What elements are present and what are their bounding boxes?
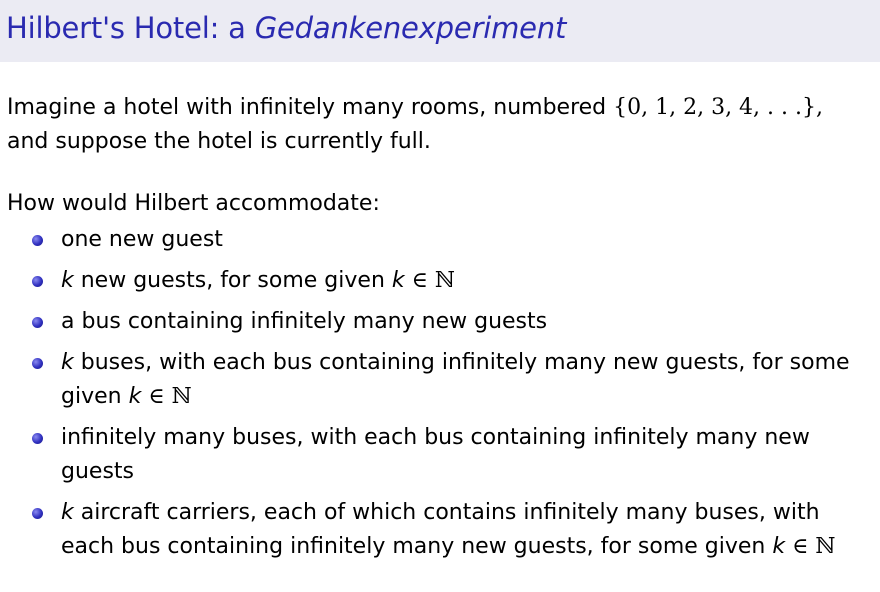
variable-k: k bbox=[61, 350, 74, 375]
bullet-item: k aircraft carriers, each of which conta… bbox=[7, 496, 873, 564]
bullet-icon bbox=[32, 433, 43, 444]
question-prompt: How would Hilbert accommodate: bbox=[7, 191, 380, 216]
room-number-set: {0, 1, 2, 3, 4, . . .}, bbox=[613, 95, 823, 120]
title-prefix: Hilbert's Hotel: a bbox=[6, 11, 255, 45]
bullet-text: a bus containing infinitely many new gue… bbox=[61, 309, 548, 334]
bullet-icon bbox=[32, 235, 43, 246]
math-natural-numbers: ∈ ℕ bbox=[141, 384, 192, 409]
math-natural-numbers: ∈ ℕ bbox=[404, 268, 456, 293]
intro-line-2: and suppose the hotel is currently full. bbox=[7, 129, 431, 154]
variable-k: k bbox=[61, 500, 74, 525]
slide-body: Imagine a hotel with infinitely many roo… bbox=[7, 91, 873, 571]
bullet-item: k buses, with each bus containing infini… bbox=[7, 346, 873, 414]
bullet-icon bbox=[32, 317, 43, 328]
variable-k: k bbox=[128, 384, 142, 409]
bullet-icon bbox=[32, 508, 43, 519]
bullet-item: infinitely many buses, with each bus con… bbox=[7, 421, 873, 489]
bullet-list: one new guest k new guests, for some giv… bbox=[7, 223, 873, 564]
bullet-text: one new guest bbox=[61, 227, 223, 252]
slide-title: Hilbert's Hotel: a Gedankenexperiment bbox=[6, 11, 566, 45]
title-emphasis: Gedankenexperiment bbox=[254, 11, 567, 45]
variable-k: k bbox=[772, 534, 786, 559]
intro-line-1: Imagine a hotel with infinitely many roo… bbox=[7, 95, 614, 120]
variable-k: k bbox=[391, 268, 405, 293]
title-bar: Hilbert's Hotel: a Gedankenexperiment bbox=[0, 0, 880, 62]
bullet-item: a bus containing infinitely many new gue… bbox=[7, 305, 873, 339]
intro-paragraph: Imagine a hotel with infinitely many roo… bbox=[7, 91, 873, 159]
bullet-text: aircraft carriers, each of which contain… bbox=[61, 500, 820, 559]
bullet-text: infinitely many buses, with each bus con… bbox=[61, 425, 810, 484]
bullet-item: one new guest bbox=[7, 223, 873, 257]
bullet-icon bbox=[32, 358, 43, 369]
bullet-icon bbox=[32, 276, 43, 287]
bullet-item: k new guests, for some given k ∈ ℕ bbox=[7, 264, 873, 298]
bullet-text: new guests, for some given bbox=[73, 268, 392, 293]
math-natural-numbers: ∈ ℕ bbox=[785, 534, 836, 559]
variable-k: k bbox=[61, 268, 74, 293]
